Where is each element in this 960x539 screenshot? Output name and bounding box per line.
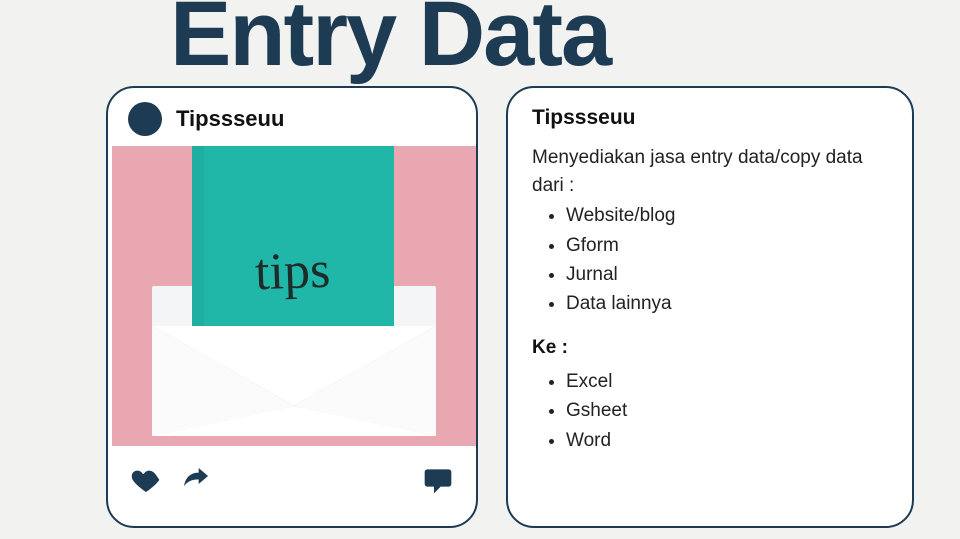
ke-label: Ke : — [532, 337, 888, 359]
list-item: Excel — [566, 367, 888, 396]
description-card: Tipssseuu Menyediakan jasa entry data/co… — [506, 86, 914, 528]
list-item: Website/blog — [566, 201, 888, 230]
envelope-fold-left — [152, 326, 294, 436]
post-image: tips — [112, 146, 476, 446]
page-title: Entry Data — [170, 0, 610, 87]
description-title: Tipssseuu — [532, 106, 888, 130]
comment-icon[interactable] — [422, 464, 454, 496]
envelope-fold-right — [294, 326, 436, 436]
heart-icon[interactable] — [130, 464, 162, 496]
tips-card-text: tips — [254, 240, 331, 302]
share-icon[interactable] — [180, 464, 212, 496]
list-item: Gform — [566, 231, 888, 260]
avatar-icon — [128, 102, 162, 136]
description-intro: Menyediakan jasa entry data/copy data da… — [532, 144, 888, 199]
social-post-card: Tipssseuu tips — [106, 86, 478, 528]
post-header: Tipssseuu — [124, 102, 460, 136]
list-item: Jurnal — [566, 260, 888, 289]
list-item: Data lainnya — [566, 289, 888, 318]
list-item: Word — [566, 426, 888, 455]
from-list: Website/blog Gform Jurnal Data lainnya — [532, 201, 888, 319]
post-actions — [124, 446, 460, 496]
list-item: Gsheet — [566, 396, 888, 425]
to-list: Excel Gsheet Word — [532, 367, 888, 455]
post-username: Tipssseuu — [176, 106, 284, 132]
